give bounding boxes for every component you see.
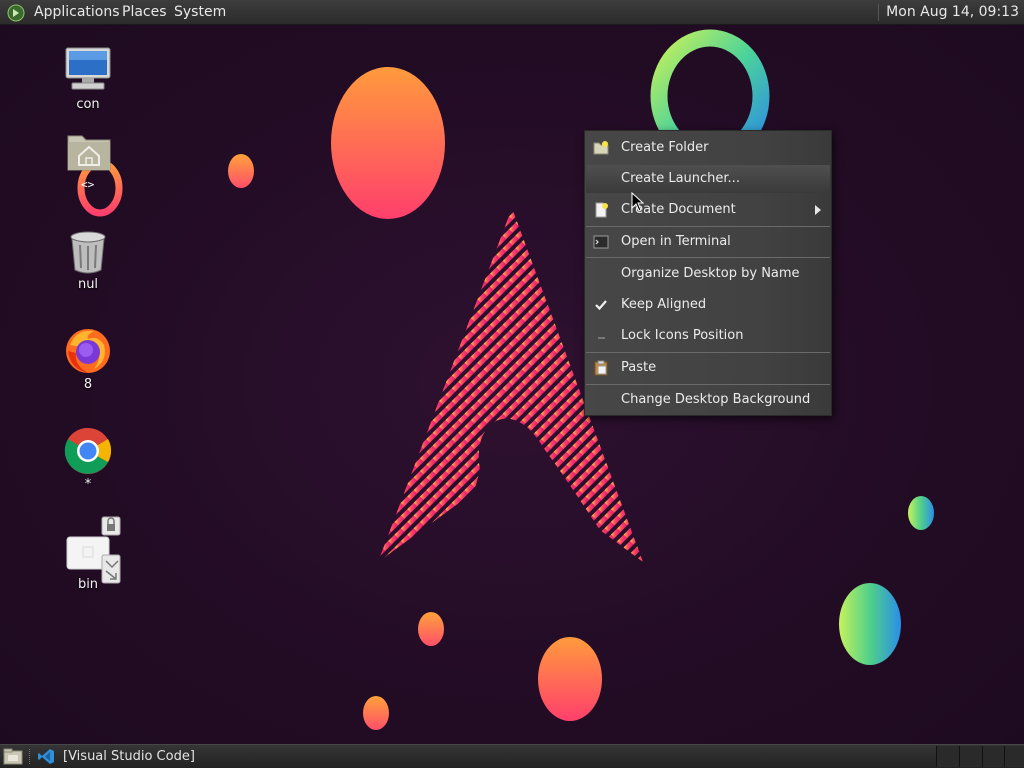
show-desktop-icon[interactable]: [3, 748, 23, 765]
computer-icon: [65, 47, 111, 90]
icon-label: bin: [77, 577, 99, 592]
taskbar-window-vscode[interactable]: [Visual Studio Code]: [63, 748, 195, 765]
desktop-icon-computer[interactable]: con: [48, 44, 128, 114]
panel-separator: [29, 749, 32, 764]
workspace-1[interactable]: [936, 746, 959, 767]
menu-item-paste[interactable]: Paste: [586, 354, 830, 382]
terminal-icon: [593, 235, 609, 249]
workspace-2[interactable]: [959, 746, 982, 767]
home-overlay-glyph: <>: [81, 178, 95, 191]
document-new-icon: [595, 202, 608, 218]
dash-icon: [598, 337, 605, 339]
workspace-3[interactable]: [982, 746, 1005, 767]
mouse-cursor-icon: [631, 192, 645, 212]
folder-new-icon: [593, 141, 609, 155]
menu-separator: [586, 384, 830, 385]
desktop-icon-firefox[interactable]: 8: [48, 325, 128, 395]
menu-item-organize-by-name[interactable]: Organize Desktop by Name: [586, 260, 830, 288]
menu-item-change-background[interactable]: Change Desktop Background: [586, 386, 830, 414]
menu-item-create-launcher[interactable]: Create Launcher...: [586, 165, 830, 193]
submenu-arrow-icon: [815, 205, 821, 215]
trash-icon: [70, 231, 106, 274]
home-folder-icon: [67, 135, 111, 171]
icon-label: nul: [77, 277, 99, 292]
menu-item-open-terminal[interactable]: Open in Terminal: [586, 228, 830, 256]
desktop-icon-home[interactable]: <>: [48, 128, 128, 191]
menu-applications[interactable]: Applications: [34, 4, 120, 21]
icon-label: 8: [83, 377, 93, 392]
check-icon: [595, 300, 607, 311]
workspace-4[interactable]: [1004, 746, 1024, 767]
document-icon: [66, 516, 121, 584]
icon-label: *: [84, 477, 92, 492]
menu-item-lock-icons-position[interactable]: Lock Icons Position: [586, 322, 830, 350]
menu-separator: [586, 257, 830, 258]
mate-logo-icon[interactable]: [7, 4, 25, 22]
top-panel: Applications Places System Mon Aug 14, 0…: [0, 0, 1024, 25]
paste-icon: [594, 360, 608, 376]
icon-label: con: [76, 97, 100, 112]
chrome-icon: [64, 427, 112, 474]
menu-item-keep-aligned[interactable]: Keep Aligned: [586, 291, 830, 319]
menu-separator: [586, 352, 830, 353]
vscode-icon[interactable]: [38, 748, 55, 765]
menu-places[interactable]: Places: [122, 4, 167, 21]
menu-system[interactable]: System: [174, 4, 226, 21]
menu-item-create-document[interactable]: Create Document: [586, 196, 830, 224]
firefox-icon: [66, 329, 110, 373]
desktop-screen[interactable]: Applications Places System Mon Aug 14, 0…: [0, 0, 1024, 768]
desktop-icon-trash[interactable]: nul: [48, 228, 128, 296]
desktop-icon-chrome[interactable]: *: [48, 425, 128, 495]
menu-item-create-folder[interactable]: Create Folder: [586, 134, 830, 162]
menu-separator: [586, 226, 830, 227]
desktop-icon-bin[interactable]: bin: [48, 515, 128, 595]
clock[interactable]: Mon Aug 14, 09:13: [878, 4, 1019, 21]
wallpaper-art: [77, 29, 934, 730]
bottom-panel: [Visual Studio Code]: [0, 744, 1024, 768]
desktop-context-menu: Create Folder Create Launcher... Create …: [584, 130, 832, 416]
